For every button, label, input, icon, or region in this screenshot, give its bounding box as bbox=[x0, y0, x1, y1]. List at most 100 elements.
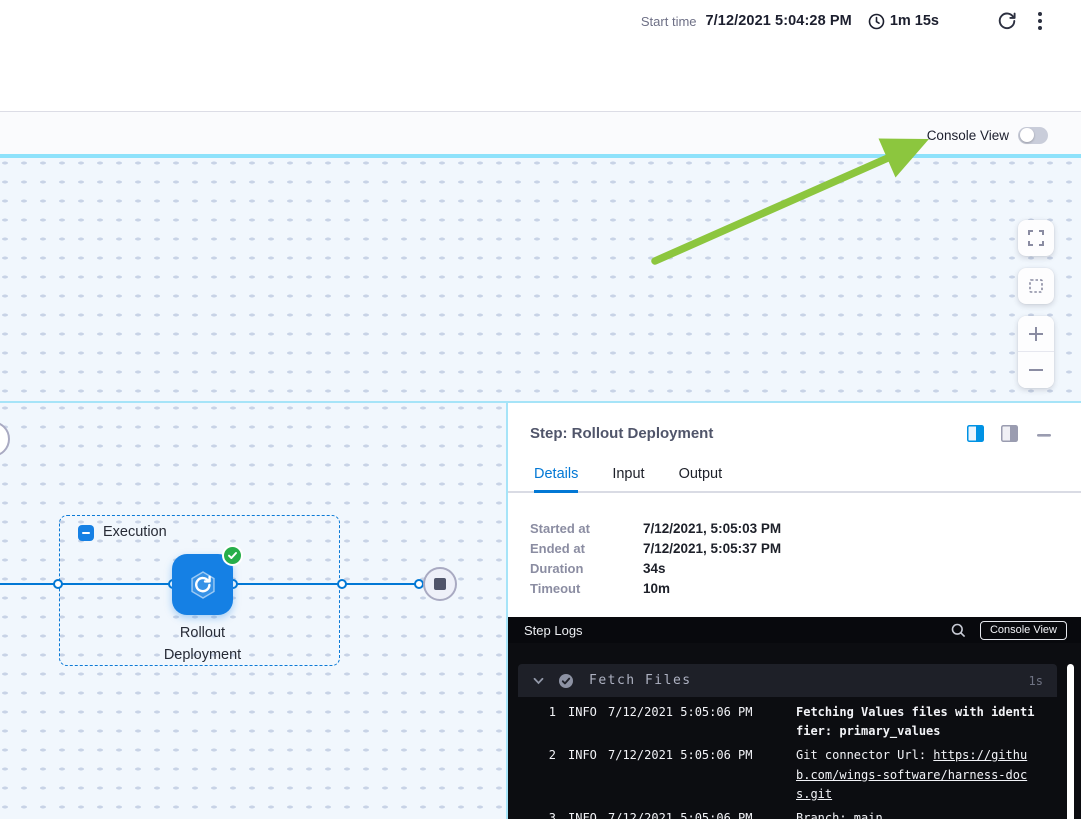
more-options-button[interactable] bbox=[1035, 9, 1045, 33]
check-icon bbox=[227, 550, 238, 561]
plus-icon bbox=[1027, 325, 1045, 343]
tab-output[interactable]: Output bbox=[679, 460, 723, 491]
stage-graph-canvas[interactable]: Execution Rollout Deployment bbox=[0, 403, 506, 819]
detail-label: Timeout bbox=[530, 579, 643, 599]
rollout-deployment-node[interactable] bbox=[172, 554, 233, 615]
bottom-split: Execution Rollout Deployment bbox=[0, 401, 1081, 819]
chevron-down-icon bbox=[533, 677, 544, 685]
zoom-in-out-group bbox=[1018, 316, 1054, 388]
stop-square-icon bbox=[434, 578, 446, 590]
log-group-duration: 1s bbox=[1029, 674, 1043, 688]
fit-selection-icon bbox=[1028, 278, 1044, 294]
detail-label: Ended at bbox=[530, 539, 643, 559]
execution-group-label: Execution bbox=[103, 524, 167, 540]
refresh-button[interactable] bbox=[995, 9, 1019, 33]
step-logs-bar: Step Logs Console View bbox=[508, 617, 1081, 643]
duration-value: 1m 15s bbox=[890, 13, 939, 29]
log-line-number: 1 bbox=[542, 703, 556, 723]
view-toolbar: Console View bbox=[0, 112, 1081, 158]
panel-title: Step: Rollout Deployment bbox=[530, 425, 965, 442]
minimize-panel-button[interactable] bbox=[1035, 425, 1053, 443]
port-group-in bbox=[53, 579, 63, 589]
detail-row-ended-at: Ended at 7/12/2021, 5:05:37 PM bbox=[530, 539, 1081, 559]
log-message-prefix: Git connector Url: bbox=[796, 748, 933, 762]
clock-icon bbox=[868, 13, 885, 30]
end-node bbox=[423, 567, 457, 601]
node-label-line1: Rollout bbox=[120, 622, 285, 644]
minus-icon bbox=[1027, 361, 1045, 379]
detail-value: 34s bbox=[643, 559, 666, 579]
detail-row-duration: Duration 34s bbox=[530, 559, 1081, 579]
log-level: INFO bbox=[568, 703, 604, 723]
kebab-menu-icon bbox=[1037, 11, 1043, 31]
log-level: INFO bbox=[568, 809, 604, 819]
log-line-number: 2 bbox=[542, 746, 556, 766]
log-viewer[interactable]: Fetch Files 1s 1 INFO 7/12/2021 5:05:06 … bbox=[508, 643, 1081, 819]
panel-layout-controls bbox=[965, 423, 1053, 444]
console-view-button[interactable]: Console View bbox=[980, 621, 1067, 640]
log-message: Fetching Values files with identifier: p… bbox=[796, 703, 1036, 742]
log-line-number: 3 bbox=[542, 809, 556, 819]
detail-row-timeout: Timeout 10m bbox=[530, 579, 1081, 599]
minimize-icon bbox=[1037, 434, 1051, 438]
search-icon bbox=[951, 623, 966, 638]
zoom-in-button[interactable] bbox=[1018, 316, 1054, 352]
rollout-step-icon bbox=[185, 567, 221, 603]
log-row: 1 INFO 7/12/2021 5:05:06 PM Fetching Val… bbox=[508, 700, 1081, 744]
start-time-value: 7/12/2021 5:04:28 PM bbox=[706, 13, 852, 29]
execution-meta: Start time 7/12/2021 5:04:28 PM 1m 15s bbox=[641, 9, 1045, 33]
log-scrollbar-thumb[interactable] bbox=[1067, 664, 1074, 819]
log-rows: 1 INFO 7/12/2021 5:05:06 PM Fetching Val… bbox=[508, 697, 1081, 819]
console-view-toggle[interactable] bbox=[1018, 127, 1048, 144]
step-details: Started at 7/12/2021, 5:05:03 PM Ended a… bbox=[530, 519, 1081, 599]
fullscreen-button[interactable] bbox=[1018, 220, 1054, 256]
log-row: 3 INFO 7/12/2021 5:05:06 PM Branch: main bbox=[508, 807, 1081, 820]
panel-tabs: Details Input Output bbox=[508, 460, 1081, 493]
log-search-button[interactable] bbox=[951, 623, 966, 638]
canvas-zoom-controls bbox=[1018, 220, 1054, 388]
log-message: Git connector Url: https://github.com/wi… bbox=[796, 746, 1036, 805]
log-timestamp: 7/12/2021 5:05:06 PM bbox=[608, 746, 796, 766]
log-timestamp: 7/12/2021 5:05:06 PM bbox=[608, 809, 796, 819]
collapse-minus-icon bbox=[82, 532, 90, 534]
tab-input[interactable]: Input bbox=[612, 460, 644, 491]
execution-header: Start time 7/12/2021 5:04:28 PM 1m 15s bbox=[0, 0, 1081, 112]
log-group-fetch-files[interactable]: Fetch Files 1s bbox=[518, 664, 1057, 697]
step-logs-title: Step Logs bbox=[524, 623, 951, 638]
fullscreen-icon bbox=[1028, 230, 1044, 246]
detail-label: Started at bbox=[530, 519, 643, 539]
pipeline-canvas[interactable] bbox=[0, 158, 1081, 401]
step-success-icon bbox=[558, 673, 574, 689]
pipeline-execution-page: Start time 7/12/2021 5:04:28 PM 1m 15s C… bbox=[0, 0, 1081, 825]
detail-value: 7/12/2021, 5:05:37 PM bbox=[643, 539, 781, 559]
detail-row-started-at: Started at 7/12/2021, 5:05:03 PM bbox=[530, 519, 1081, 539]
detail-value: 10m bbox=[643, 579, 670, 599]
detail-value: 7/12/2021, 5:05:03 PM bbox=[643, 519, 781, 539]
console-view-label: Console View bbox=[927, 128, 1009, 143]
log-timestamp: 7/12/2021 5:05:06 PM bbox=[608, 703, 796, 723]
split-view-right-button[interactable] bbox=[999, 423, 1020, 444]
split-view-left-button[interactable] bbox=[965, 423, 986, 444]
partial-node bbox=[0, 421, 10, 457]
fit-to-screen-button[interactable] bbox=[1018, 268, 1054, 304]
toggle-knob bbox=[1020, 128, 1034, 142]
split-view-right-icon bbox=[1001, 425, 1018, 442]
step-detail-panel: Step: Rollout Deployment Details Input bbox=[508, 403, 1081, 819]
detail-label: Duration bbox=[530, 559, 643, 579]
success-badge bbox=[222, 545, 243, 566]
log-group-title: Fetch Files bbox=[589, 673, 1029, 688]
panel-header: Step: Rollout Deployment bbox=[508, 403, 1081, 444]
log-level: INFO bbox=[568, 746, 604, 766]
log-row: 2 INFO 7/12/2021 5:05:06 PM Git connecto… bbox=[508, 744, 1081, 807]
collapse-group-button[interactable] bbox=[78, 525, 94, 541]
tab-details[interactable]: Details bbox=[534, 460, 578, 491]
port-group-out bbox=[337, 579, 347, 589]
refresh-icon bbox=[997, 11, 1017, 31]
console-view-control: Console View bbox=[927, 112, 1048, 158]
start-time-label: Start time bbox=[641, 14, 697, 29]
split-view-left-icon bbox=[967, 425, 984, 442]
node-label-line2: Deployment bbox=[120, 644, 285, 666]
log-message: Branch: main bbox=[796, 809, 1036, 819]
zoom-out-button[interactable] bbox=[1018, 352, 1054, 388]
step-logs-section: Step Logs Console View Fetch Files 1s bbox=[508, 617, 1081, 819]
